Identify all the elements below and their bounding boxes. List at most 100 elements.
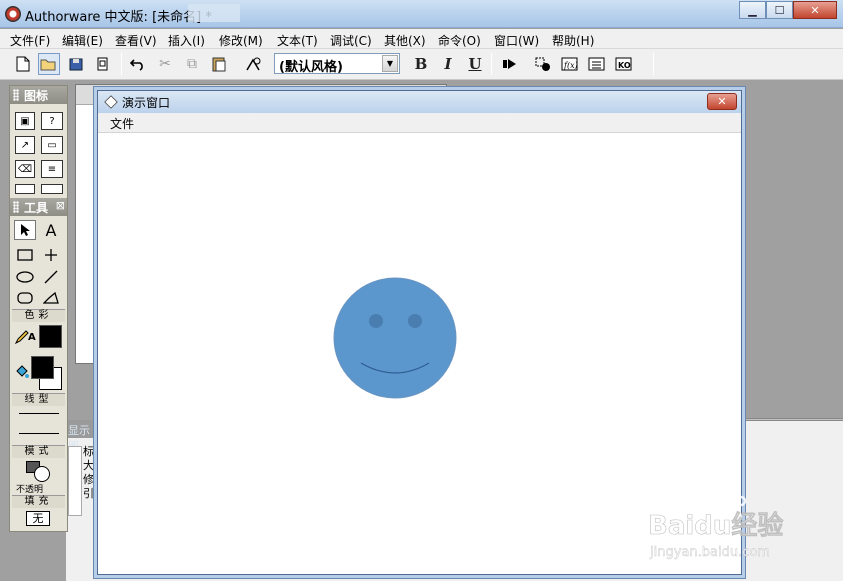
menu-debug[interactable]: 调试(C) [330,32,372,49]
fill-section-label: 填充 [12,495,65,508]
properties-panel-title: 显示图 [66,420,98,453]
save-all-icon[interactable] [66,53,88,75]
watermark: Baidu经验 jingyan.baidu.com [648,488,808,560]
window-controls: ▁ ☐ ✕ [739,1,837,19]
icon-palette-header[interactable]: 图标 [10,86,67,104]
icon-palette-title: 图标 [24,89,49,103]
properties-label: 标 [83,445,94,458]
find-icon[interactable] [243,53,265,75]
close-icon[interactable]: ⊠ [56,199,65,212]
line-option[interactable] [19,433,59,434]
new-file-icon[interactable] [12,53,34,75]
presentation-menu-file[interactable]: 文件 [110,115,134,132]
italic-button[interactable]: I [437,53,459,75]
tools-palette-title: 工具 [24,201,49,215]
calculation-icon[interactable]: ≡ [41,160,63,178]
smiley-face[interactable] [333,277,457,399]
chevron-down-icon[interactable]: ▼ [382,55,398,72]
underline-button[interactable]: U [464,53,486,75]
tools-palette-header[interactable]: 工具 ⊠ [10,198,67,216]
smiley-left-eye[interactable] [369,314,383,328]
presentation-menu-bar: 文件 [98,113,741,133]
interaction-icon[interactable]: ▭ [41,136,63,154]
import-icon[interactable] [92,53,114,75]
menu-modify[interactable]: 修改(M) [219,32,263,49]
variables-icon[interactable] [586,53,608,75]
menu-help[interactable]: 帮助(H) [552,32,594,49]
text-style-select[interactable]: (默认风格) ▼ [274,53,400,75]
functions-icon[interactable]: f(x) [559,53,581,75]
line-section-label: 线型 [12,393,65,406]
presentation-close-button[interactable]: ✕ [707,93,737,110]
properties-label: 修 [83,473,94,486]
svg-text:f(x): f(x) [563,61,578,70]
grip-icon[interactable] [13,201,19,213]
menu-edit[interactable]: 编辑(E) [62,32,103,49]
mode-section-label: 模式 [12,445,65,458]
mode-circle-icon[interactable] [34,466,50,482]
bold-button[interactable]: B [410,53,432,75]
text-tool[interactable]: A [40,220,62,240]
line-color-swatch[interactable] [39,325,62,348]
menu-commands[interactable]: 命令(O) [438,32,481,49]
erase-icon[interactable]: ⌫ [15,160,35,178]
color-section-label: 色彩 [12,309,65,322]
decision-icon[interactable]: ? [41,112,63,130]
pencil-label: A [28,332,36,343]
display-icon[interactable]: ▣ [15,112,35,130]
map-icon[interactable] [41,184,63,194]
presentation-window-titlebar[interactable]: 演示窗口 ✕ [98,91,741,113]
open-folder-icon[interactable] [38,53,60,75]
properties-labels: 标 大 修 引 [83,445,97,501]
undo-icon[interactable] [127,53,149,75]
palette: 图标 ▣ ? ↗ ▭ ⌫ ≡ 工具 ⊠ A 色彩 A 线型 模式 不透明 填充 … [9,85,68,532]
motion-icon[interactable]: ↗ [15,136,35,154]
menu-other[interactable]: 其他(X) [384,32,426,49]
grip-icon[interactable] [13,89,19,101]
toolbar-separator [653,53,654,75]
run-icon[interactable] [499,53,521,75]
watermark-url: jingyan.baidu.com [649,545,770,560]
straight-line-tool[interactable] [40,245,62,265]
smiley-right-eye[interactable] [408,314,422,328]
title-bar: Authorware 中文版: [未命名] * ▁ ☐ ✕ [0,0,843,28]
thin-line-option[interactable] [19,413,59,414]
diagonal-line-tool[interactable] [40,267,62,287]
toolbar: ✂ ⧉ (默认风格) ▼ B I U f(x) KO [0,49,843,80]
paint-bucket-icon[interactable] [11,361,33,381]
polygon-tool[interactable] [40,288,62,308]
knowledge-objects-icon[interactable]: KO [613,53,635,75]
maximize-button[interactable]: ☐ [766,1,793,19]
rounded-rectangle-tool[interactable] [14,288,36,308]
wait-icon[interactable] [15,184,35,194]
window-title: Authorware 中文版: [未命名] * [25,10,212,25]
minimize-button[interactable]: ▁ [739,1,766,19]
menu-text[interactable]: 文本(T) [277,32,318,49]
presentation-window-title: 演示窗口 [122,96,171,110]
mode-value[interactable]: 不透明 [16,482,43,495]
app-icon[interactable] [5,6,21,22]
pointer-tool[interactable] [14,220,36,240]
paste-icon[interactable] [208,53,230,75]
fill-value[interactable]: 无 [26,511,50,526]
menu-file[interactable]: 文件(F) [10,32,50,49]
close-button[interactable]: ✕ [793,1,837,19]
presentation-canvas[interactable] [98,133,741,574]
properties-thumbnail [68,446,82,516]
svg-text:KO: KO [618,61,631,70]
copy-icon[interactable]: ⧉ [181,53,203,75]
toolbar-separator [121,53,122,75]
cut-icon[interactable]: ✂ [154,53,176,75]
text-style-value: (默认风格) [279,60,343,75]
title-blur [188,4,240,22]
rectangle-tool[interactable] [14,245,36,265]
menu-insert[interactable]: 插入(I) [168,32,205,49]
ellipse-tool[interactable] [14,267,36,287]
watermark-brand: Baidu经验 [648,510,783,541]
control-panel-icon[interactable] [532,53,554,75]
foreground-color-swatch[interactable] [31,356,54,379]
properties-label: 引 [83,487,94,500]
menu-window[interactable]: 窗口(W) [494,32,539,49]
smiley-drawing [333,277,457,399]
menu-view[interactable]: 查看(V) [115,32,157,49]
